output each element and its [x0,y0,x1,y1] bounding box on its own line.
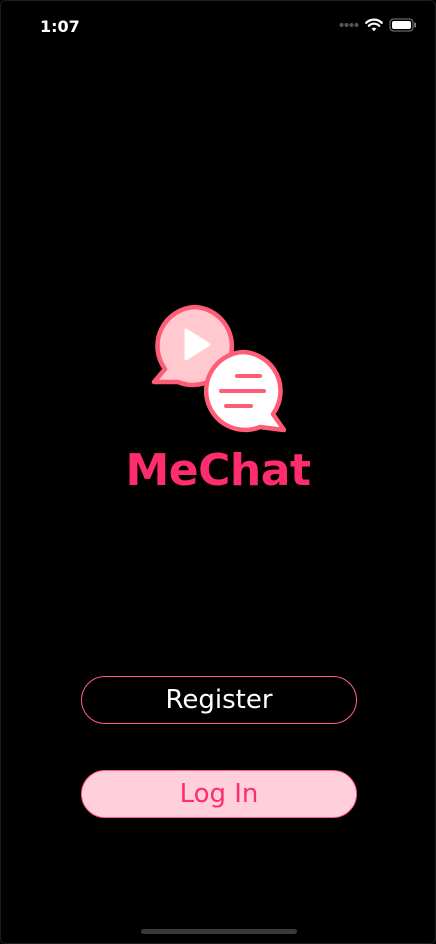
status-bar: 1:07 [1,1,435,55]
home-indicator[interactable] [141,929,297,934]
register-button-label: Register [165,685,273,715]
launch-screen: 1:07 MeChat Register Log In [0,0,436,944]
app-title: MeChat [125,445,311,496]
status-icons [339,18,417,32]
status-time: 1:07 [40,17,80,36]
chat-bubbles-logo-icon [151,304,287,433]
wifi-icon [365,18,383,32]
cellular-dots-icon [339,23,359,27]
battery-icon [389,18,416,32]
register-button[interactable]: Register [81,676,357,724]
login-button[interactable]: Log In [81,770,357,818]
app-logo [151,303,287,435]
login-button-label: Log In [179,779,259,809]
